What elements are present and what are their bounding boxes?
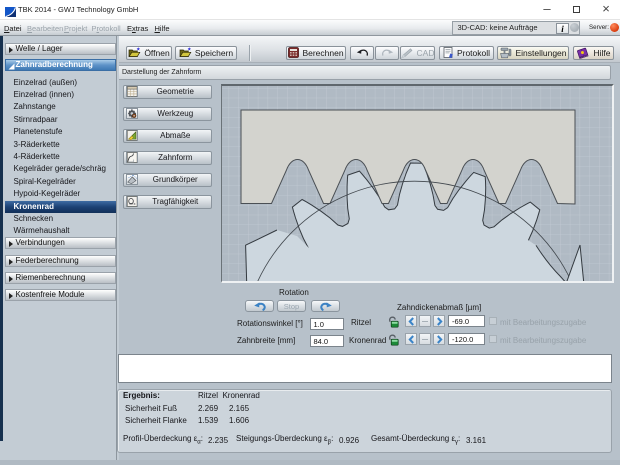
svg-text:x: x (133, 201, 135, 206)
